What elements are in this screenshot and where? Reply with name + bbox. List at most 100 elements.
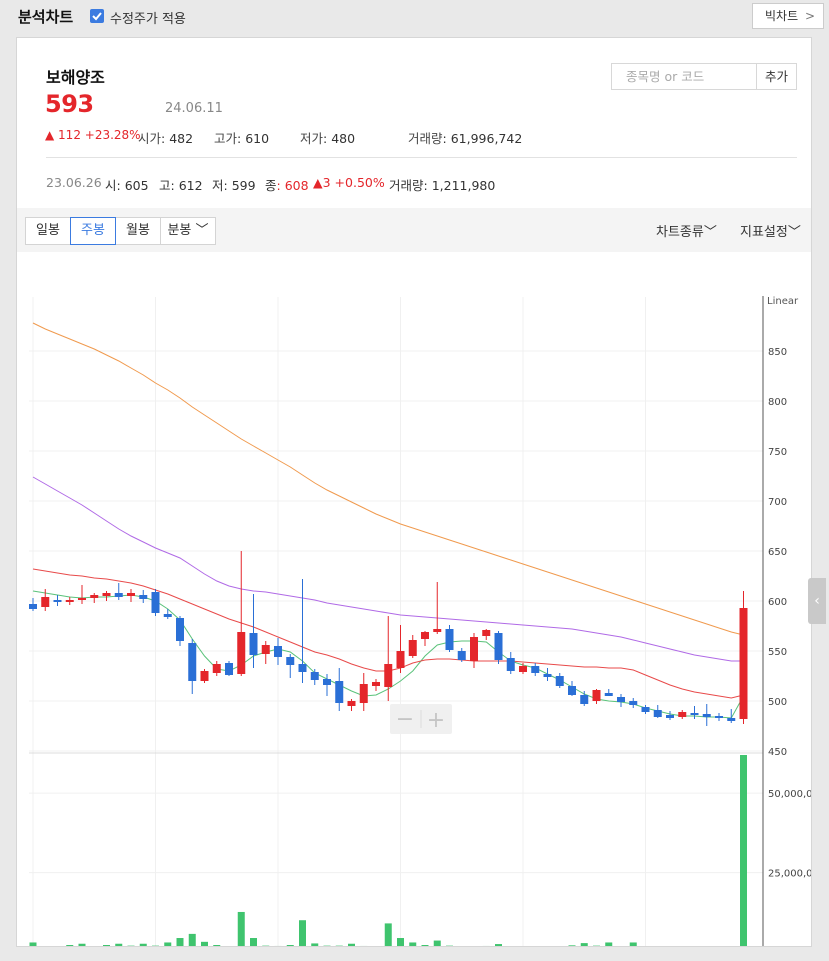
chart-type-label: 차트종류 bbox=[656, 225, 704, 240]
tab-minute[interactable]: 분봉 ﹀ bbox=[160, 217, 216, 245]
candle-body bbox=[666, 715, 674, 718]
candle-body bbox=[690, 713, 699, 715]
candle-body bbox=[482, 630, 491, 636]
candle-body bbox=[200, 671, 209, 681]
stock-search-input[interactable]: 종목명 or 코드 bbox=[611, 63, 757, 90]
volume-bar bbox=[286, 945, 294, 946]
candle-body bbox=[372, 682, 380, 686]
candle-body bbox=[102, 593, 111, 596]
volume-bar bbox=[409, 942, 417, 946]
volume-bar bbox=[164, 942, 172, 946]
ma120-line bbox=[32, 322, 744, 636]
candle-body bbox=[286, 657, 295, 665]
high-label: 고가 bbox=[214, 131, 238, 146]
tab-monthly[interactable]: 월봉 bbox=[115, 217, 161, 245]
volume-bar bbox=[176, 938, 184, 946]
candle-body bbox=[421, 632, 429, 639]
candle-body bbox=[702, 714, 711, 717]
price-tick-label: 650 bbox=[768, 547, 787, 558]
zoom-out-icon[interactable]: − bbox=[396, 707, 414, 732]
tab-daily[interactable]: 일봉 bbox=[25, 217, 71, 245]
candle-body bbox=[29, 604, 37, 609]
divider bbox=[46, 157, 797, 158]
price-change: ▲ 112 +23.28% bbox=[45, 128, 141, 142]
candle-body bbox=[531, 666, 540, 673]
volume-bar bbox=[299, 920, 306, 946]
candle-body bbox=[90, 595, 99, 598]
candle-body bbox=[384, 664, 393, 687]
candle-body bbox=[176, 618, 184, 641]
adjusted-price-label: 수정주가 적용 bbox=[110, 12, 186, 27]
prev-close-label: 종 bbox=[265, 178, 277, 193]
candle-body bbox=[225, 663, 233, 675]
candle-body bbox=[739, 608, 748, 719]
candle-body bbox=[457, 651, 466, 660]
adjusted-price-checkbox[interactable] bbox=[90, 9, 104, 23]
scale-label: Linear bbox=[767, 296, 799, 307]
prev-volume: 거래량: 1,211,980 bbox=[389, 175, 495, 194]
prev-low-label: 저 bbox=[212, 178, 224, 193]
candle-body bbox=[653, 710, 662, 717]
candle-body bbox=[629, 701, 638, 705]
candle-body bbox=[568, 686, 576, 695]
volume-value: : 61,996,742 bbox=[442, 131, 523, 146]
big-chart-button[interactable]: 빅차트 > bbox=[752, 3, 824, 29]
chevron-down-icon: ﹀ bbox=[703, 225, 717, 240]
side-panel-toggle[interactable]: ‹ bbox=[808, 578, 826, 624]
stock-chart[interactable]: Linear450500550600650700750800850025,000… bbox=[17, 252, 811, 946]
candle-body bbox=[261, 645, 270, 654]
volume-bar bbox=[605, 942, 613, 946]
candle-body bbox=[555, 676, 564, 686]
price-tick-label: 800 bbox=[768, 397, 787, 408]
price-tick-label: 550 bbox=[768, 647, 787, 658]
volume-bar bbox=[201, 941, 208, 946]
candle-body bbox=[506, 658, 515, 671]
volume-bar bbox=[421, 945, 429, 946]
quote-date: 24.06.11 bbox=[165, 101, 223, 116]
candle-body bbox=[139, 595, 148, 599]
candle-body bbox=[715, 716, 723, 718]
price-tick-label: 450 bbox=[768, 747, 787, 758]
zoom-in-icon[interactable]: + bbox=[427, 708, 445, 733]
prev-low: 저: 599 bbox=[212, 175, 256, 194]
candles bbox=[29, 551, 748, 726]
low-value: : 480 bbox=[323, 131, 356, 146]
volume-bar bbox=[66, 945, 74, 946]
prev-change: ▲3 +0.50% bbox=[313, 175, 385, 190]
prev-high-value: : 612 bbox=[170, 178, 203, 193]
candle-body bbox=[396, 651, 405, 668]
volume-bar bbox=[78, 943, 86, 946]
volume-bar bbox=[213, 945, 221, 946]
volume-bar bbox=[495, 944, 502, 946]
low-price: 저가: 480 bbox=[300, 128, 355, 147]
candle-body bbox=[212, 664, 221, 673]
indicator-settings-label: 지표설정 bbox=[740, 225, 788, 240]
big-chart-label: 빅차트 bbox=[765, 9, 799, 23]
candle-body bbox=[470, 637, 478, 661]
prev-volume-value: : 1,211,980 bbox=[423, 178, 496, 193]
candle-body bbox=[433, 629, 442, 632]
volume-tick-label: 50,000,000 bbox=[768, 789, 811, 800]
open-label: 시가 bbox=[138, 131, 162, 146]
tab-minute-label: 분봉 bbox=[167, 223, 192, 238]
top-bar: 분석차트 수정주가 적용 빅차트 > bbox=[0, 0, 829, 36]
chart-type-menu[interactable]: 차트종류﹀ bbox=[656, 221, 717, 240]
candle-body bbox=[494, 633, 503, 660]
candle-body bbox=[347, 701, 356, 706]
prev-close-value: : 608 bbox=[276, 178, 309, 193]
tab-weekly[interactable]: 주봉 bbox=[70, 217, 116, 245]
chevron-left-icon: ‹ bbox=[814, 593, 820, 609]
volume-bar bbox=[237, 911, 245, 946]
candle-body bbox=[114, 593, 123, 597]
price-tick-label: 850 bbox=[768, 347, 787, 358]
candle-body bbox=[543, 674, 552, 677]
candle-body bbox=[580, 695, 589, 704]
candle-body bbox=[359, 684, 368, 703]
candle-body bbox=[641, 707, 650, 712]
prev-open-label: 시 bbox=[105, 178, 117, 193]
candle-body bbox=[65, 600, 74, 602]
volume-bar bbox=[384, 923, 392, 946]
volume-bar bbox=[188, 933, 196, 946]
add-button[interactable]: 추가 bbox=[756, 63, 797, 90]
indicator-settings-menu[interactable]: 지표설정﹀ bbox=[740, 221, 801, 240]
